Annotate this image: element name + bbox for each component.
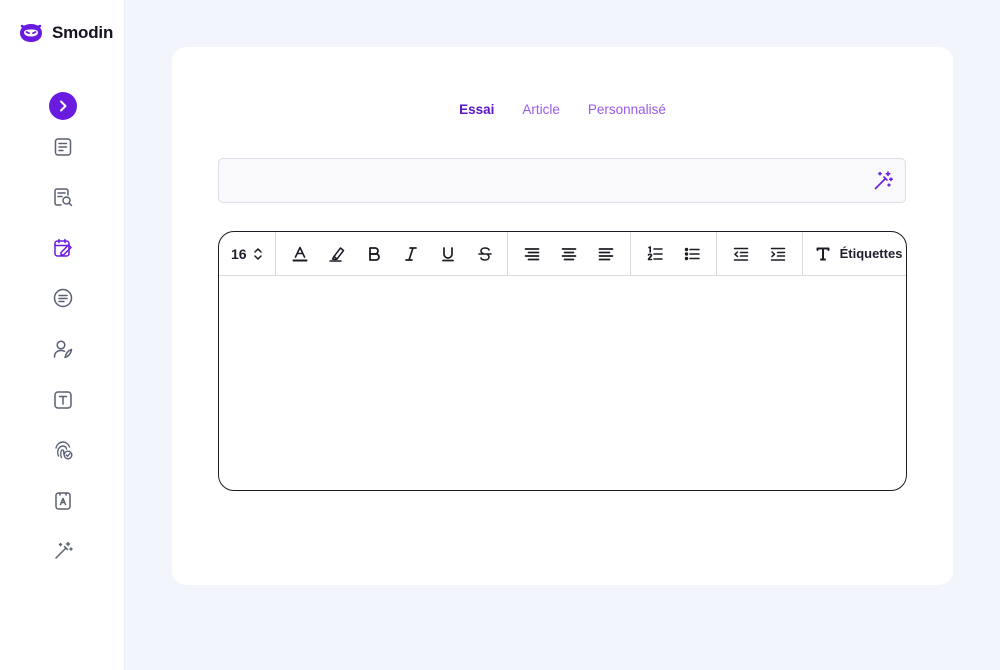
font-size-select[interactable]: 16 xyxy=(229,246,267,262)
text-t-icon xyxy=(816,247,830,260)
align-left-button[interactable] xyxy=(518,240,546,268)
font-size-group: 16 xyxy=(219,232,276,275)
tab-personnalise[interactable]: Personnalisé xyxy=(588,102,666,117)
font-size-value: 16 xyxy=(231,245,247,262)
chevron-up-down-icon xyxy=(253,247,262,260)
tab-essai[interactable]: Essai xyxy=(459,102,494,117)
bullet-list-icon xyxy=(684,247,700,260)
sidebar-item-rewriter[interactable] xyxy=(46,130,80,164)
fingerprint-check-icon xyxy=(55,441,73,460)
chevron-right-icon xyxy=(60,100,67,112)
brand[interactable]: Smodin xyxy=(18,20,113,46)
ai-document-icon xyxy=(55,492,71,510)
align-right-button[interactable] xyxy=(592,240,620,268)
sidebar-item-author[interactable] xyxy=(46,332,80,366)
italic-button[interactable] xyxy=(397,240,425,268)
document-lines-icon xyxy=(54,138,72,156)
sidebar-expand-button[interactable] xyxy=(46,89,80,123)
underline-icon xyxy=(441,246,454,261)
topic-input[interactable] xyxy=(219,159,905,202)
essay-writer-card: Essai Article Personnalisé 16 Étiquettes xyxy=(172,47,953,585)
text-color-icon xyxy=(292,246,308,261)
rich-text-editor: 16 Étiquettes xyxy=(218,231,907,491)
circle-lines-icon xyxy=(53,288,73,308)
smodin-logo-icon xyxy=(20,24,42,42)
bold-button[interactable] xyxy=(360,240,388,268)
sidebar-item-text-tools[interactable] xyxy=(46,383,80,417)
magic-wand-sparkle-icon xyxy=(874,171,893,190)
sidebar-item-plagiarism[interactable] xyxy=(46,180,80,214)
ordered-list-button[interactable] xyxy=(641,240,669,268)
tags-group: Étiquettes xyxy=(803,232,906,275)
brand-name: Smodin xyxy=(52,23,114,42)
sidebar-item-essay-writer[interactable] xyxy=(46,231,80,265)
generate-topic-button[interactable] xyxy=(871,169,895,193)
indent-button[interactable] xyxy=(764,240,792,268)
editor-content-area[interactable] xyxy=(219,276,906,490)
align-center-button[interactable] xyxy=(555,240,583,268)
align-center-icon xyxy=(561,247,576,260)
outdent-icon xyxy=(733,247,748,261)
indent-group xyxy=(717,232,803,275)
alignment-group xyxy=(508,232,631,275)
align-right-icon xyxy=(598,247,613,260)
magic-wand-icon xyxy=(55,541,73,559)
strikethrough-icon xyxy=(477,246,492,261)
outdent-button[interactable] xyxy=(727,240,755,268)
calendar-edit-icon xyxy=(54,238,72,257)
document-search-icon xyxy=(54,188,73,207)
strikethrough-button[interactable] xyxy=(471,240,499,268)
bold-icon xyxy=(368,246,380,261)
format-group xyxy=(276,232,508,275)
indent-icon xyxy=(770,247,785,261)
sidebar-item-summarizer[interactable] xyxy=(46,281,80,315)
sidebar: Smodin xyxy=(0,0,125,670)
align-left-icon xyxy=(524,247,539,260)
highlighter-icon xyxy=(328,246,344,262)
tags-button[interactable]: Étiquettes xyxy=(807,246,906,262)
list-group xyxy=(631,232,717,275)
ordered-list-icon xyxy=(647,245,663,260)
tab-article[interactable]: Article xyxy=(522,102,560,117)
user-feather-icon xyxy=(53,340,73,359)
underline-button[interactable] xyxy=(434,240,462,268)
highlight-button[interactable] xyxy=(323,240,351,268)
italic-icon xyxy=(404,246,417,261)
sidebar-item-magic[interactable] xyxy=(46,534,80,568)
bullet-list-button[interactable] xyxy=(678,240,706,268)
topic-input-wrapper xyxy=(218,158,906,203)
text-box-icon xyxy=(54,391,72,409)
sidebar-item-ai-detector[interactable] xyxy=(46,433,80,467)
text-color-button[interactable] xyxy=(286,240,314,268)
content-type-tabs: Essai Article Personnalisé xyxy=(172,102,953,117)
editor-toolbar: 16 Étiquettes xyxy=(219,232,906,276)
tags-label: Étiquettes xyxy=(839,246,903,261)
sidebar-item-ai-document[interactable] xyxy=(46,484,80,518)
expand-circle xyxy=(49,92,77,120)
